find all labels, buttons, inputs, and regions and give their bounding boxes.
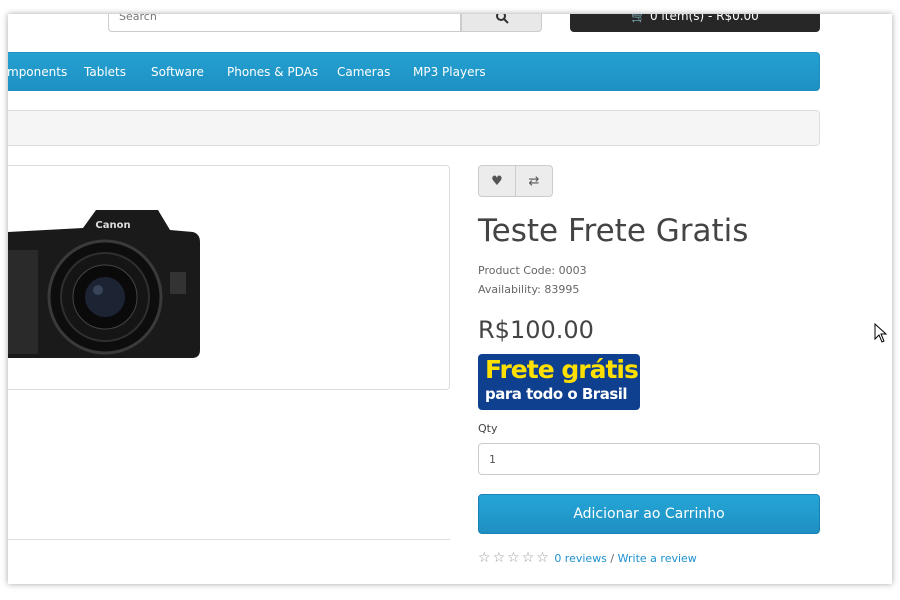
product-image[interactable]: Canon <box>8 165 450 390</box>
rating: ☆ ☆ ☆ ☆ ☆ 0 reviews / Write a review <box>478 550 697 566</box>
free-shipping-badge: Frete grátis para todo o Brasil <box>478 354 640 410</box>
menu-item-phones-pdas[interactable]: Phones & PDAs <box>227 65 318 79</box>
cart-icon: 🛒 <box>631 14 647 23</box>
reviews-link[interactable]: 0 reviews <box>554 552 607 565</box>
cart-button[interactable]: 🛒 0 item(s) - R$0.00 <box>570 14 820 32</box>
product-title: Teste Frete Gratis <box>478 213 749 249</box>
star-icon: ☆ <box>536 550 549 566</box>
browser-viewport: 🛒 0 item(s) - R$0.00 mponents Tablets So… <box>8 14 892 584</box>
badge-line-2: para todo o Brasil <box>485 385 628 403</box>
write-review-link[interactable]: Write a review <box>618 552 697 565</box>
star-icon: ☆ <box>492 550 506 566</box>
product-price: R$100.00 <box>478 316 594 344</box>
badge-line-1: Frete grátis <box>485 355 639 384</box>
menu-item-tablets[interactable]: Tablets <box>84 65 126 79</box>
star-icon: ☆ <box>521 550 535 566</box>
product-actions: ♥ ⇄ <box>478 165 553 197</box>
compare-button[interactable]: ⇄ <box>515 166 552 196</box>
cart-label: 0 item(s) - R$0.00 <box>649 14 759 23</box>
star-icon: ☆ <box>507 550 520 566</box>
wishlist-button[interactable]: ♥ <box>479 166 515 196</box>
menu-item-cameras[interactable]: Cameras <box>337 65 390 79</box>
divider <box>8 539 450 540</box>
availability: Availability: 83995 <box>478 283 580 296</box>
compare-arrows-icon: ⇄ <box>528 173 540 189</box>
search-icon <box>496 14 509 24</box>
menu-item-software[interactable]: Software <box>151 65 204 79</box>
breadcrumb <box>8 110 820 146</box>
search-input[interactable] <box>108 14 461 32</box>
qty-input[interactable] <box>478 443 820 475</box>
top-menu: mponents Tablets Software Phones & PDAs … <box>8 52 820 91</box>
camera-brand-text: Canon <box>95 220 130 231</box>
search-button[interactable] <box>461 14 542 32</box>
menu-item-mp3-players[interactable]: MP3 Players <box>413 65 486 79</box>
star-icon: ☆ <box>478 550 491 566</box>
menu-item-components[interactable]: mponents <box>8 65 67 79</box>
camera-image: Canon <box>8 210 200 358</box>
qty-label: Qty <box>478 422 498 435</box>
mouse-cursor-icon <box>874 323 888 343</box>
heart-icon: ♥ <box>491 173 503 189</box>
separator: / <box>610 552 615 565</box>
add-to-cart-button[interactable]: Adicionar ao Carrinho <box>478 494 820 534</box>
product-code: Product Code: 0003 <box>478 264 587 277</box>
